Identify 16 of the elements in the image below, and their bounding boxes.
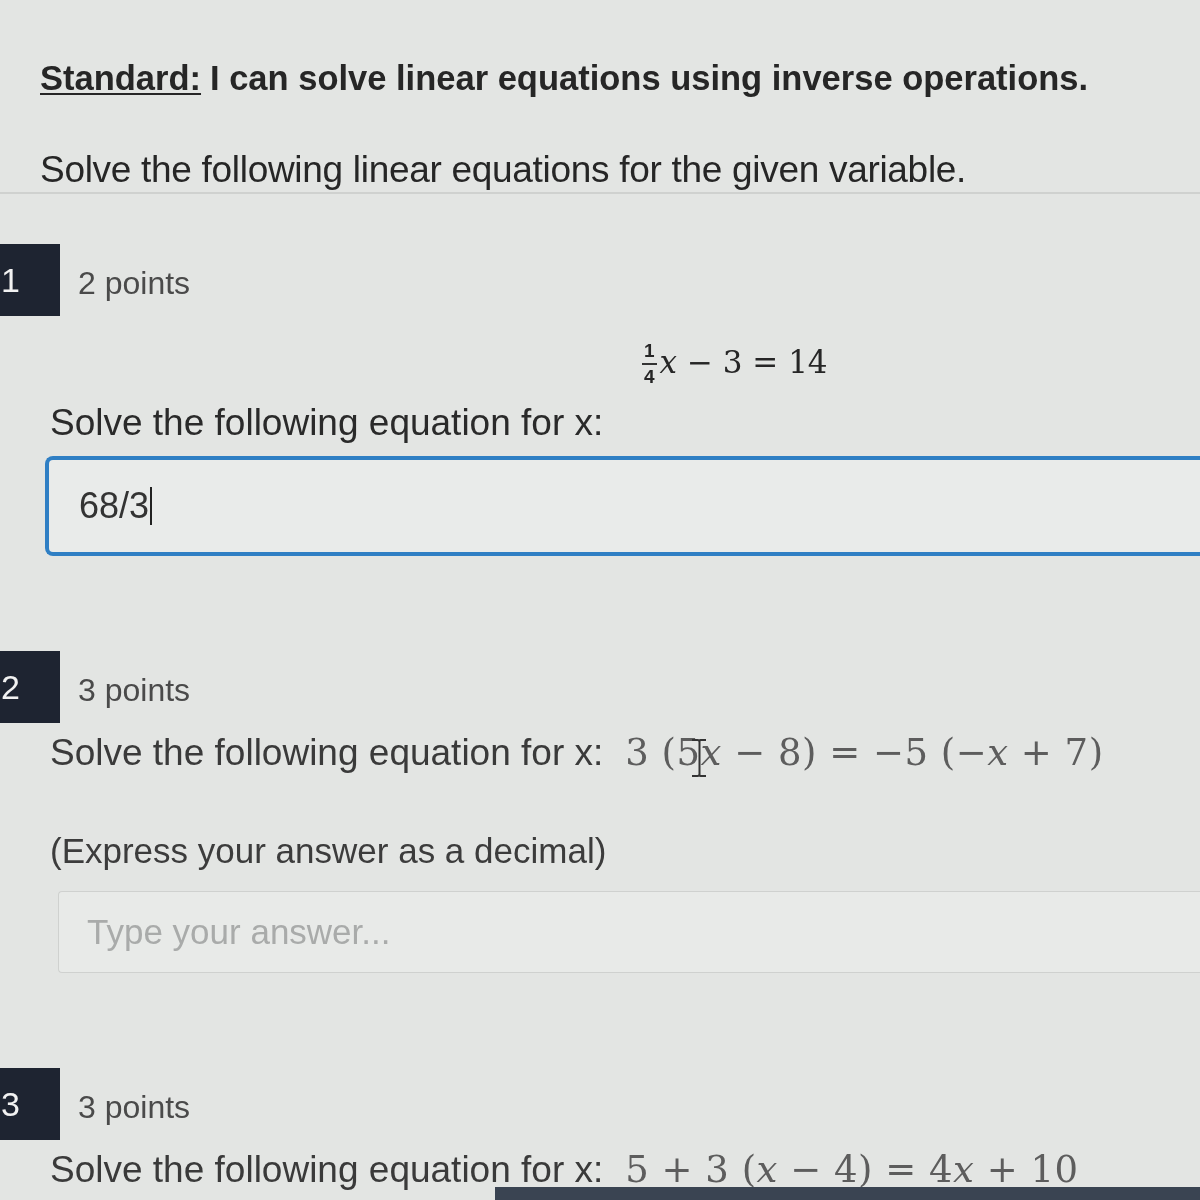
text-caret-icon — [150, 487, 153, 525]
question-number: 3 — [0, 1068, 60, 1140]
instructions-text: Solve the following linear equations for the given variable. — [40, 149, 967, 190]
prompt-text: Solve the following equation for x: — [50, 1148, 604, 1192]
points-label: 2 points — [78, 264, 191, 302]
standard-text: I can solve linear equations using inverse operations. — [210, 58, 1089, 98]
answer-field[interactable]: 68/3 — [45, 456, 1200, 556]
points-label: 3 points — [78, 671, 191, 709]
standard-label: Standard: — [40, 58, 201, 98]
prompt-text: Solve the following equation for x: — [50, 402, 604, 443]
equation: 5 + 3 (x − 4) = 4x + 10 — [625, 1148, 1079, 1192]
question-number: 1 — [0, 244, 60, 316]
prompt-text: Solve the following equation for x: — [50, 731, 604, 775]
question-number: 2 — [0, 651, 60, 723]
note-text: (Express your answer as a decimal) — [50, 831, 607, 870]
points-label: 3 points — [78, 1088, 191, 1126]
